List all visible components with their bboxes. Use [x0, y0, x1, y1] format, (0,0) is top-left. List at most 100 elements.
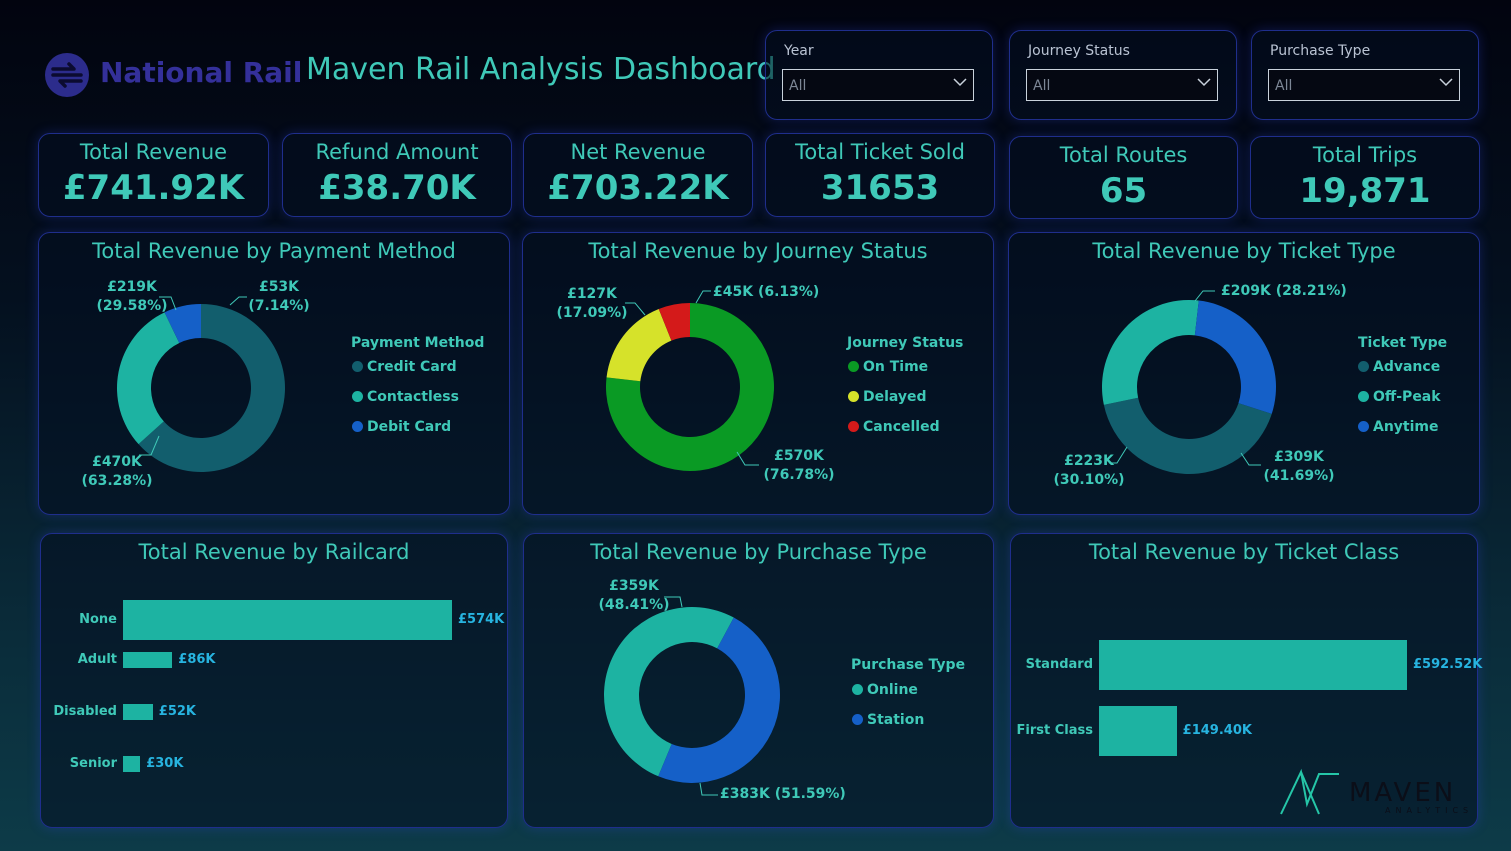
kpi-net-revenue: Net Revenue £703.22K [523, 133, 753, 217]
data-label-value: £127K [567, 286, 617, 302]
purchase-type-dropdown[interactable]: All [1268, 69, 1460, 101]
bar-value-label: £30K [146, 756, 184, 771]
year-slicer: Year All [765, 30, 993, 120]
data-label-percent: (17.09%) [556, 305, 628, 321]
journey-status-chart-panel: Total Revenue by Journey Status £570K (7… [522, 232, 994, 515]
data-label-value: £53K [258, 279, 300, 295]
kpi-total-trips: Total Trips 19,871 [1250, 136, 1480, 219]
legend-dot [852, 684, 863, 695]
legend-label: Cancelled [863, 419, 940, 435]
kpi-refund-amount: Refund Amount £38.70K [282, 133, 512, 217]
slice-anytime[interactable] [1194, 300, 1276, 414]
kpi-value: £741.92K [62, 168, 245, 208]
kpi-value: 65 [1099, 171, 1148, 211]
data-label-percent: (63.28%) [81, 473, 153, 489]
legend-item-on-time[interactable]: On Time [848, 359, 928, 375]
legend-item-debit-card[interactable]: Debit Card [352, 419, 451, 435]
legend-dot [848, 421, 859, 432]
kpi-total-routes: Total Routes 65 [1009, 136, 1238, 219]
purchase-type-chart-panel: Total Revenue by Purchase Type £383K (51… [523, 533, 994, 828]
journey-status-dropdown-value: All [1033, 78, 1051, 94]
legend-label: Station [867, 712, 925, 728]
data-label-value: £223K [1064, 453, 1114, 469]
legend-item-advance[interactable]: Advance [1358, 359, 1440, 375]
data-label-advance: £309K (41.69%) [1259, 448, 1339, 486]
legend-label: Anytime [1373, 419, 1439, 435]
legend-label: Contactless [367, 389, 459, 405]
legend-label: Debit Card [367, 419, 452, 435]
legend-dot [848, 361, 859, 372]
payment-method-chart-panel: Total Revenue by Payment Method £470K (6… [38, 232, 510, 515]
legend-dot [352, 421, 363, 432]
leader-line [699, 782, 718, 796]
national-rail-logo: National Rail [44, 50, 302, 100]
railcard-chart-panel: Total Revenue by Railcard None £574K Adult… [40, 533, 508, 828]
chevron-down-icon [953, 78, 967, 87]
data-label-value: £45K (6.13%) [713, 284, 820, 300]
legend-dot [1358, 391, 1369, 402]
legend-item-off-peak[interactable]: Off-Peak [1358, 389, 1441, 405]
year-dropdown[interactable]: All [782, 69, 974, 101]
bar-value-label: £574K [458, 612, 505, 627]
bar-senior[interactable] [123, 756, 141, 772]
kpi-total-revenue: Total Revenue £741.92K [38, 133, 269, 217]
bar-value-label: £86K [178, 652, 216, 667]
bar-adult[interactable] [123, 652, 173, 668]
journey-status-dropdown[interactable]: All [1026, 69, 1218, 101]
legend-item-contactless[interactable]: Contactless [352, 389, 459, 405]
kpi-value: 31653 [820, 168, 940, 208]
journey-status-slicer: Journey Status All [1009, 30, 1237, 120]
slice-advance[interactable] [1103, 397, 1272, 474]
legend-item-anytime[interactable]: Anytime [1358, 419, 1439, 435]
bar-category-label: None [79, 612, 117, 627]
data-label-percent: (76.78%) [763, 467, 835, 483]
legend-item-cancelled[interactable]: Cancelled [848, 419, 940, 435]
year-slicer-label: Year [784, 43, 814, 59]
leader-line [1240, 452, 1261, 466]
purchase-type-slicer: Purchase Type All [1251, 30, 1479, 120]
data-label-value: £219K [107, 279, 157, 295]
data-label-delayed: £127K (17.09%) [553, 285, 631, 323]
legend-item-credit-card[interactable]: Credit Card [352, 359, 457, 375]
bar-standard[interactable] [1099, 640, 1407, 690]
legend-item-delayed[interactable]: Delayed [848, 389, 927, 405]
slice-off-peak[interactable] [1102, 300, 1199, 405]
legend-item-online[interactable]: Online [852, 682, 918, 698]
bar-disabled[interactable] [123, 704, 153, 720]
kpi-label: Total Revenue [79, 140, 228, 164]
data-label-percent: (29.58%) [96, 298, 168, 314]
bar-value-label: £52K [158, 704, 197, 719]
bar-category-label: Adult [77, 652, 117, 667]
maven-logo-icon [1280, 768, 1339, 815]
data-label-cancelled: £45K (6.13%) [713, 283, 819, 302]
data-label-debit-card: £53K (7.14%) [241, 278, 317, 316]
legend-label: Credit Card [367, 359, 457, 375]
bar-value-label: £592.52K [1413, 657, 1483, 672]
kpi-label: Total Ticket Sold [795, 140, 965, 164]
data-label-percent: (48.41%) [598, 597, 670, 613]
bar-none[interactable] [123, 600, 452, 640]
bar-first-class[interactable] [1099, 706, 1177, 756]
data-label-value: £359K [609, 578, 659, 594]
data-label-off-peak: £223K (30.10%) [1049, 452, 1129, 490]
legend-label: On Time [863, 359, 929, 375]
data-label-anytime: £209K (28.21%) [1221, 282, 1347, 301]
page-title: Maven Rail Analysis Dashboard [306, 52, 776, 87]
year-dropdown-value: All [789, 78, 807, 94]
data-label-percent: (30.10%) [1053, 472, 1125, 488]
data-label-station: £359K (48.41%) [592, 577, 676, 615]
kpi-label: Total Trips [1312, 143, 1418, 167]
chevron-down-icon [1197, 78, 1211, 87]
journey-status-slicer-label: Journey Status [1028, 43, 1130, 59]
data-label-percent: (7.14%) [248, 298, 310, 314]
national-rail-arrows-icon [45, 53, 89, 97]
legend-title: Payment Method [351, 335, 485, 351]
data-label-online: £383K (51.59%) [720, 785, 846, 804]
legend-dot [848, 391, 859, 402]
data-label-contactless: £219K (29.58%) [87, 278, 177, 316]
bar-category-label: Disabled [53, 704, 117, 719]
ticket-type-chart-panel: Total Revenue by Ticket Type £309K (41.6… [1008, 232, 1480, 515]
legend-item-station[interactable]: Station [852, 712, 924, 728]
slice-contactless[interactable] [116, 312, 180, 445]
purchase-type-slicer-label: Purchase Type [1270, 43, 1371, 59]
